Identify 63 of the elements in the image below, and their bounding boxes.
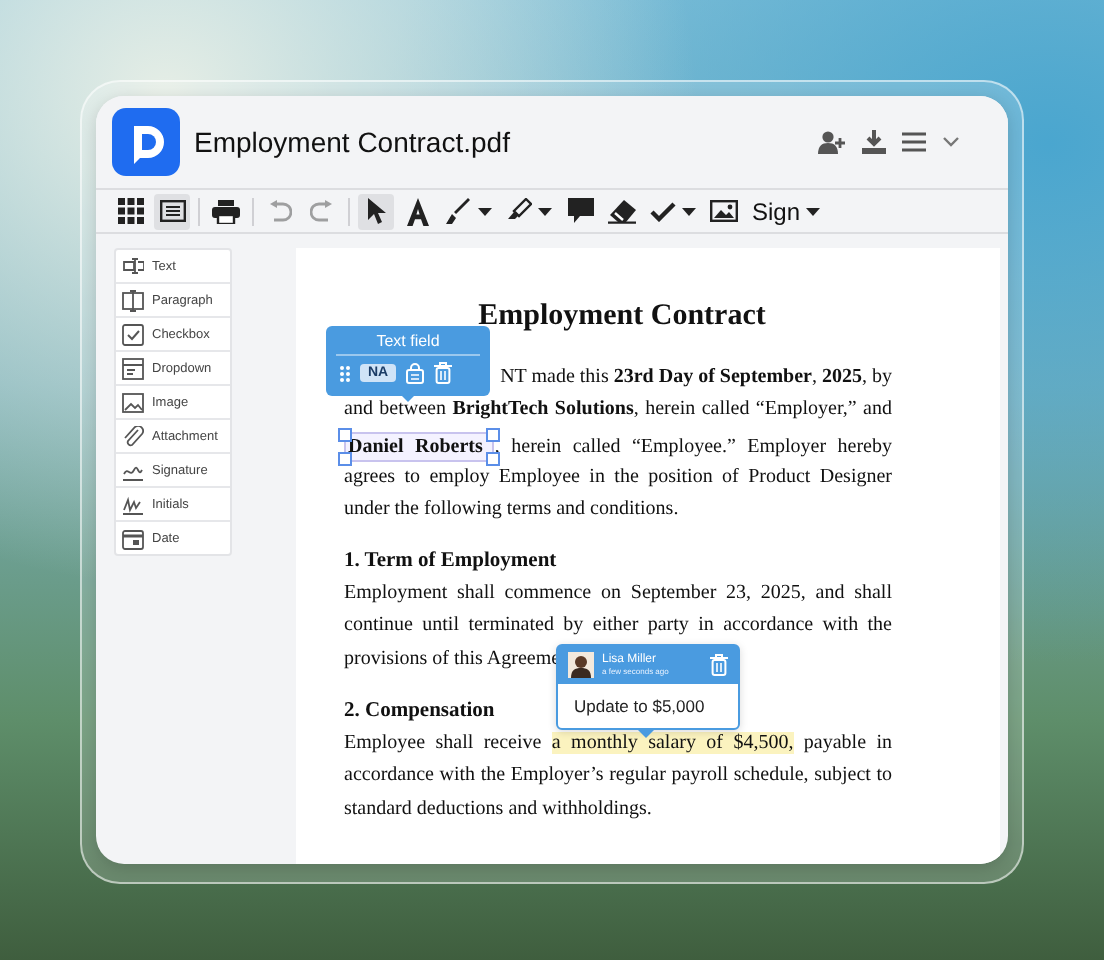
trash-icon[interactable] [434,362,453,384]
pen-icon [446,198,472,224]
caret-icon [682,207,696,215]
text-line: accordance with the Employer’s regular payroll schedule, subject to [344,762,892,791]
user-add-icon [818,130,846,154]
checkmark-icon [650,201,676,221]
initials-icon [122,493,144,515]
text-line: Employment shall commence on September 23, 2025, and shall [344,580,892,609]
caret-icon [478,207,492,215]
app-logo-icon [112,108,180,176]
image-icon [122,391,144,413]
icon-button[interactable] [814,126,850,158]
text-line: continue until terminated by either party in accordance with the [344,612,892,641]
dropdown-field-icon [122,357,144,379]
highlighter-icon [506,198,532,224]
printer-icon [212,199,240,223]
paperclip-icon [122,425,144,447]
image-icon [710,200,738,222]
sign-button[interactable]: Sign [748,193,825,229]
menu-icon [902,132,926,152]
icon-button[interactable] [938,132,964,152]
text-field[interactable]: Daniel Roberts [344,431,495,462]
chevron-down-icon [942,136,960,148]
text-field-icon [122,255,144,277]
section-heading: 2. Compensation [344,698,495,727]
icon-button[interactable] [858,126,890,158]
document-title: Employment Contract [476,300,768,334]
avatar-icon [568,652,594,678]
list-view-icon [159,200,185,222]
text-line: and between BrightTech Solutions, herein called “Employer,” and [344,396,892,425]
lock-icon[interactable] [406,362,425,384]
toolbar-button[interactable] [358,193,394,229]
text-line: under the following terms and conditions. [344,495,679,524]
text-line: agrees to employ Employee in the position of Product Designer [344,463,892,492]
highlighted-text: a monthly salary of $4,500, [551,732,794,755]
download-icon [862,130,886,154]
toolbar-button[interactable] [112,193,148,229]
section-heading: 1. Term of Employment [344,548,557,577]
eraser-icon [608,199,636,223]
grid-view-icon [117,198,143,224]
text-line: Employee shall receive [344,732,544,755]
text-tool-icon [404,197,432,225]
window-title: Employment Contract.pdf [194,126,512,158]
caret-icon [806,207,821,215]
popup-title: Text field [336,332,480,356]
text-line: payable in [801,732,893,755]
text-line: provisions of this Agreeme [344,645,561,674]
calendar-icon [122,527,144,549]
toolbar-button[interactable] [154,193,190,229]
trash-icon[interactable] [710,654,728,676]
pointer-icon [366,198,386,224]
toolbar-button[interactable] [442,193,496,229]
comment-icon [567,198,593,224]
text-line: NT made this 23rd Day of September, 2025, by [500,364,892,392]
undo-icon [268,199,292,223]
icon-button[interactable] [898,128,930,156]
drag-handle-icon[interactable] [340,365,350,381]
comment-text: Update to $5,000 [572,694,707,720]
redo-icon [310,199,334,223]
text-line: standard deductions and withholdings. [344,795,652,824]
paragraph-field-icon [122,289,144,311]
checkbox-icon [122,323,144,345]
caret-icon [538,207,552,215]
